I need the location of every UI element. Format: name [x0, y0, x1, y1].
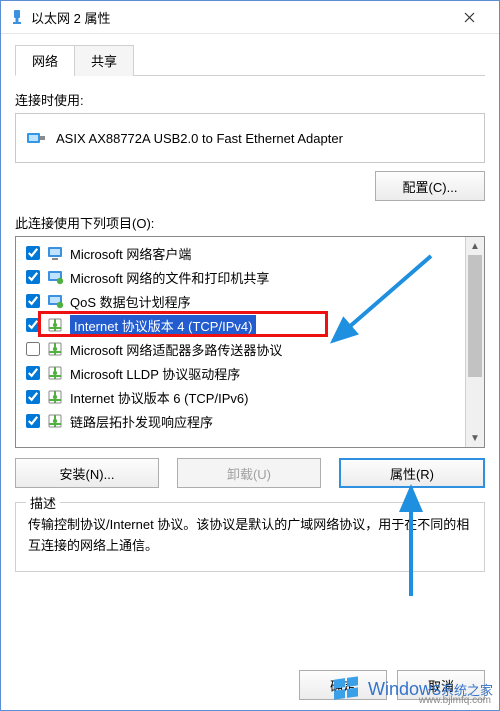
item-label: Microsoft 网络的文件和打印机共享	[70, 268, 269, 287]
component-icon	[46, 244, 64, 262]
cancel-button[interactable]: 取消	[397, 670, 485, 700]
component-icon	[46, 316, 64, 334]
item-label: Microsoft LLDP 协议驱动程序	[70, 364, 240, 383]
item-label: Microsoft 网络客户端	[70, 244, 191, 263]
scroll-track[interactable]	[466, 255, 484, 429]
items-used-label: 此连接使用下列项目(O):	[15, 213, 485, 232]
list-item[interactable]: Microsoft LLDP 协议驱动程序	[16, 361, 465, 385]
item-checkbox[interactable]	[26, 366, 40, 380]
scroll-up-button[interactable]: ▲	[466, 237, 484, 255]
list-item[interactable]: QoS 数据包计划程序	[16, 289, 465, 313]
uninstall-button: 卸载(U)	[177, 458, 321, 488]
components-list[interactable]: Microsoft 网络客户端 Microsoft 网络的文件和打印机共享 QoS …	[16, 237, 465, 447]
connect-using-label: 连接时使用:	[15, 90, 485, 109]
component-buttons: 安装(N)... 卸载(U) 属性(R)	[15, 458, 485, 488]
properties-button[interactable]: 属性(R)	[339, 458, 485, 488]
item-label: Internet 协议版本 6 (TCP/IPv6)	[70, 388, 248, 407]
component-icon	[46, 292, 64, 310]
adapter-box: ASIX AX88772A USB2.0 to Fast Ethernet Ad…	[15, 113, 485, 163]
component-icon	[46, 388, 64, 406]
item-label: 链路层拓扑发现响应程序	[70, 412, 213, 431]
tab-network[interactable]: 网络	[15, 45, 75, 76]
item-label: Internet 协议版本 4 (TCP/IPv4)	[70, 315, 256, 336]
tab-sharing[interactable]: 共享	[74, 45, 134, 76]
item-checkbox[interactable]	[26, 246, 40, 260]
item-checkbox[interactable]	[26, 270, 40, 284]
list-item[interactable]: Microsoft 网络适配器多路传送器协议	[16, 337, 465, 361]
scroll-down-button[interactable]: ▼	[466, 429, 484, 447]
components-list-wrap: Microsoft 网络客户端 Microsoft 网络的文件和打印机共享 QoS …	[15, 236, 485, 448]
component-icon	[46, 268, 64, 286]
close-button[interactable]	[447, 2, 491, 32]
install-button[interactable]: 安装(N)...	[15, 458, 159, 488]
list-item[interactable]: Microsoft 网络的文件和打印机共享	[16, 265, 465, 289]
item-checkbox[interactable]	[26, 294, 40, 308]
titlebar: 以太网 2 属性	[1, 1, 499, 34]
ethernet-properties-window: 以太网 2 属性 网络 共享 连接时使用: ASIX AX88772A USB2…	[0, 0, 500, 711]
adapter-icon	[9, 9, 25, 25]
component-icon	[46, 340, 64, 358]
item-checkbox[interactable]	[26, 390, 40, 404]
list-item[interactable]: Internet 协议版本 4 (TCP/IPv4)	[16, 313, 465, 337]
item-checkbox[interactable]	[26, 414, 40, 428]
tab-strip: 网络 共享	[15, 44, 485, 76]
description-text: 传输控制协议/Internet 协议。该协议是默认的广域网络协议，用于在不同的相…	[28, 515, 472, 557]
window-title: 以太网 2 属性	[31, 8, 447, 27]
adapter-name: ASIX AX88772A USB2.0 to Fast Ethernet Ad…	[56, 131, 343, 146]
item-checkbox[interactable]	[26, 342, 40, 356]
description-group: 描述 传输控制协议/Internet 协议。该协议是默认的广域网络协议，用于在不…	[15, 502, 485, 572]
dialog-footer: 确定 取消	[299, 670, 485, 700]
nic-icon	[26, 128, 46, 148]
item-label: Microsoft 网络适配器多路传送器协议	[70, 340, 282, 359]
description-title: 描述	[26, 493, 60, 512]
list-scrollbar[interactable]: ▲ ▼	[465, 237, 484, 447]
item-checkbox[interactable]	[26, 318, 40, 332]
ok-button[interactable]: 确定	[299, 670, 387, 700]
scroll-thumb[interactable]	[468, 255, 482, 377]
item-label: QoS 数据包计划程序	[70, 292, 191, 311]
component-icon	[46, 412, 64, 430]
client-area: 网络 共享 连接时使用: ASIX AX88772A USB2.0 to Fas…	[1, 34, 499, 572]
list-item[interactable]: Internet 协议版本 6 (TCP/IPv6)	[16, 385, 465, 409]
list-item[interactable]: 链路层拓扑发现响应程序	[16, 409, 465, 433]
configure-button[interactable]: 配置(C)...	[375, 171, 485, 201]
list-item[interactable]: Microsoft 网络客户端	[16, 241, 465, 265]
component-icon	[46, 364, 64, 382]
